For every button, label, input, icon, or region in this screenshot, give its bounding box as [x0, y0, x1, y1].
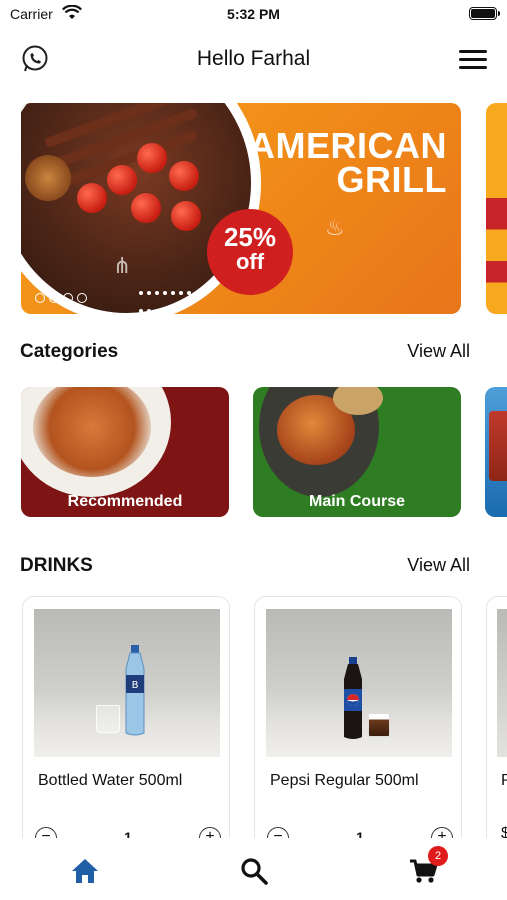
- bottled-water-image: B: [34, 609, 220, 757]
- next-banner-peek[interactable]: [486, 103, 507, 314]
- product-card-bottled-water[interactable]: B Bottled Water 500ml − 1 +: [22, 596, 230, 856]
- promo-banner[interactable]: AMERICAN GRILL 25% off ♨ ⋔: [21, 103, 461, 314]
- product-name: Bottled Water 500ml: [38, 772, 183, 789]
- drinks-header: DRINKS View All: [20, 555, 470, 581]
- discount-label: off: [235, 249, 265, 274]
- grill-sketch-icon: ♨: [325, 215, 345, 240]
- category-label: Recommended: [67, 493, 183, 510]
- app-header: Hello Farhal: [0, 40, 507, 82]
- categories-view-all-link[interactable]: View All: [407, 341, 470, 362]
- svg-text:B: B: [132, 680, 139, 691]
- product-card-pepsi[interactable]: Pepsi Regular 500ml − 1 +: [254, 596, 462, 856]
- search-icon[interactable]: [239, 856, 269, 886]
- banner-headline-line2: GRILL: [336, 159, 447, 200]
- product-image-peek: [497, 609, 507, 757]
- discount-badge: 25% off: [207, 209, 293, 295]
- cart-button[interactable]: 2: [408, 846, 448, 886]
- cart-count-badge: 2: [428, 846, 448, 866]
- drinks-heading: DRINKS: [20, 555, 93, 576]
- category-card-peek[interactable]: [485, 387, 507, 517]
- discount-percent: 25%: [223, 222, 277, 252]
- drinks-view-all-link[interactable]: View All: [407, 555, 470, 576]
- home-icon[interactable]: [70, 856, 100, 886]
- social-icons: [35, 290, 91, 308]
- battery-icon: [469, 7, 500, 20]
- categories-heading: Categories: [20, 341, 119, 362]
- category-card-recommended[interactable]: Recommended: [21, 387, 229, 517]
- status-time: 5:32 PM: [227, 6, 280, 22]
- pagination-dots: [139, 285, 195, 314]
- fork-sketch-icon: ⋔: [113, 253, 132, 278]
- bottom-navigation: 2: [0, 838, 507, 900]
- banner-headline-line1: AMERICAN: [249, 125, 447, 166]
- product-name-peek: P: [501, 772, 507, 790]
- hamburger-menu-icon[interactable]: [459, 50, 487, 70]
- category-card-main-course[interactable]: Main Course: [253, 387, 461, 517]
- category-label: Main Course: [308, 493, 405, 510]
- banner-headline: AMERICAN GRILL: [249, 125, 447, 200]
- product-card-peek[interactable]: P $: [486, 596, 507, 856]
- status-bar: Carrier 5:32 PM: [0, 0, 507, 28]
- product-name: Pepsi Regular 500ml: [270, 772, 419, 789]
- categories-header: Categories View All: [20, 341, 470, 367]
- pepsi-bottle-image: [266, 609, 452, 757]
- page-title: Hello Farhal: [196, 47, 311, 70]
